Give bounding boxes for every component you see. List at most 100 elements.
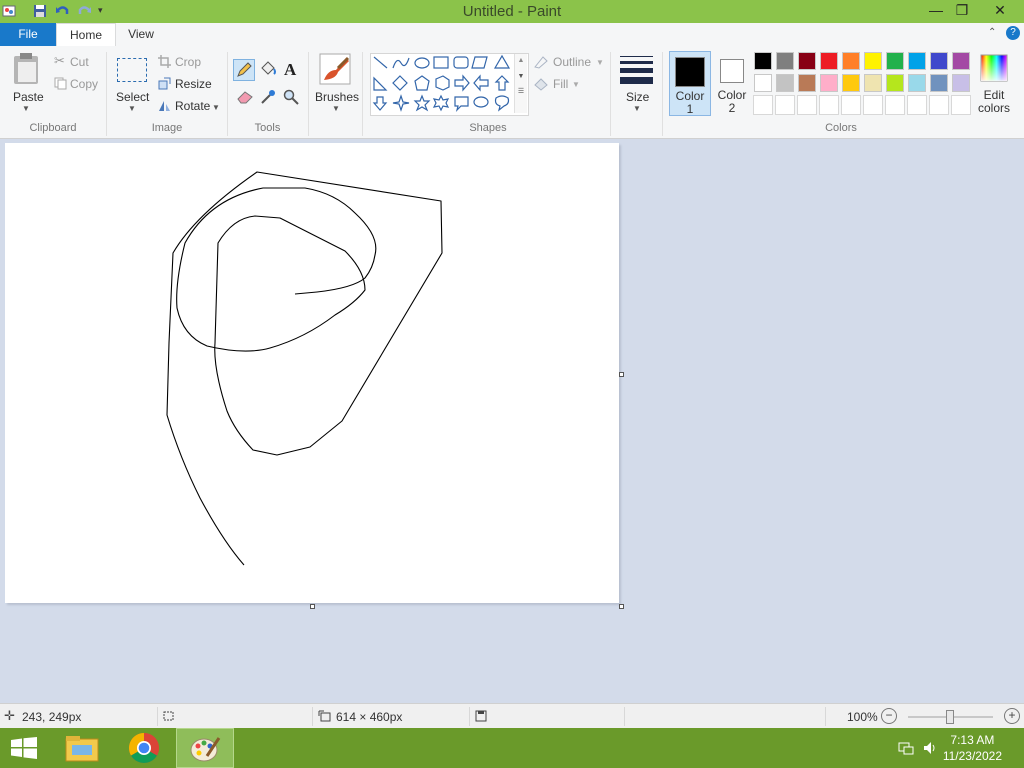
brushes-button[interactable]: Brushes xyxy=(315,90,359,104)
color2-number: 2 xyxy=(728,101,736,115)
start-button[interactable] xyxy=(0,728,48,768)
palette-swatch[interactable] xyxy=(864,74,882,92)
volume-icon[interactable] xyxy=(922,740,938,756)
palette-empty-slot[interactable] xyxy=(907,95,927,115)
taskbar-file-explorer[interactable] xyxy=(54,728,112,768)
palette-swatch[interactable] xyxy=(776,52,794,70)
palette-empty-slot[interactable] xyxy=(797,95,817,115)
resize-icon xyxy=(158,77,171,90)
group-divider xyxy=(308,52,309,136)
color-picker-icon[interactable] xyxy=(260,89,276,105)
resize-button[interactable]: Resize xyxy=(175,77,212,91)
palette-swatch[interactable] xyxy=(930,74,948,92)
palette-swatch[interactable] xyxy=(842,52,860,70)
palette-empty-slot[interactable] xyxy=(929,95,949,115)
help-icon[interactable]: ? xyxy=(1006,26,1020,40)
palette-swatch[interactable] xyxy=(820,74,838,92)
paste-icon[interactable] xyxy=(12,52,42,86)
palette-swatch[interactable] xyxy=(952,52,970,70)
chrome-icon xyxy=(128,733,160,764)
copy-button[interactable]: Copy xyxy=(70,77,98,91)
text-tool-icon[interactable]: A xyxy=(284,60,296,80)
palette-empty-slot[interactable] xyxy=(951,95,971,115)
status-divider xyxy=(624,707,625,726)
maximize-button[interactable]: ❐ xyxy=(947,0,977,20)
resize-handle-right[interactable] xyxy=(619,372,624,377)
palette-swatch[interactable] xyxy=(930,52,948,70)
fill-dropdown-icon[interactable]: ▼ xyxy=(572,80,580,89)
canvas-size: 614 × 460px xyxy=(336,710,403,724)
palette-swatch[interactable] xyxy=(820,52,838,70)
size-icon[interactable] xyxy=(620,56,653,84)
rotate-button[interactable]: Rotate xyxy=(175,99,210,113)
fill-button[interactable]: Fill xyxy=(553,77,568,91)
palette-swatch[interactable] xyxy=(952,74,970,92)
palette-swatch[interactable] xyxy=(798,52,816,70)
brushes-dropdown-icon[interactable]: ▼ xyxy=(332,104,340,113)
windows-logo-icon xyxy=(11,737,37,759)
cut-icon: ✂ xyxy=(54,53,65,68)
palette-swatch[interactable] xyxy=(886,74,904,92)
size-button[interactable]: Size xyxy=(626,90,649,104)
palette-swatch[interactable] xyxy=(886,52,904,70)
palette-empty-slot[interactable] xyxy=(885,95,905,115)
palette-swatch[interactable] xyxy=(908,74,926,92)
palette-empty-slot[interactable] xyxy=(819,95,839,115)
palette-swatch[interactable] xyxy=(754,74,772,92)
size-dropdown-icon[interactable]: ▼ xyxy=(633,104,641,113)
ribbon: Paste ▼ ✂ Cut Copy Clipboard Select ▼ Cr… xyxy=(0,46,1024,139)
paint-icon xyxy=(190,737,221,762)
resize-handle-corner[interactable] xyxy=(619,604,624,609)
resize-handle-bottom[interactable] xyxy=(310,604,315,609)
zoom-slider-thumb[interactable] xyxy=(946,710,954,724)
taskbar-paint[interactable] xyxy=(176,728,234,768)
tab-file[interactable]: File xyxy=(0,23,56,46)
outline-button[interactable]: Outline xyxy=(553,55,591,69)
close-button[interactable]: ✕ xyxy=(985,0,1015,20)
zoom-out-button[interactable]: − xyxy=(881,708,897,724)
file-size-icon xyxy=(475,710,487,722)
file-explorer-icon xyxy=(65,736,99,762)
zoom-in-button[interactable]: + xyxy=(1004,708,1020,724)
taskbar-clock[interactable]: 7:13 AM 11/23/2022 xyxy=(943,732,1002,764)
palette-swatch[interactable] xyxy=(754,52,772,70)
collapse-ribbon-icon[interactable]: ⌃ xyxy=(988,27,996,38)
paste-button[interactable]: Paste xyxy=(13,90,44,104)
crop-button[interactable]: Crop xyxy=(175,55,201,69)
color1-button[interactable]: Color 1 xyxy=(669,51,711,116)
cut-button[interactable]: Cut xyxy=(70,55,89,69)
tab-view[interactable]: View xyxy=(114,23,168,46)
select-button[interactable]: Select xyxy=(116,90,149,104)
eraser-icon[interactable] xyxy=(236,90,254,104)
fill-icon xyxy=(534,78,548,91)
select-icon[interactable] xyxy=(117,58,147,82)
palette-empty-slot[interactable] xyxy=(753,95,773,115)
magnifier-icon[interactable] xyxy=(283,89,299,105)
palette-empty-slot[interactable] xyxy=(863,95,883,115)
edit-colors-label-2: colors xyxy=(977,101,1010,115)
outline-dropdown-icon[interactable]: ▼ xyxy=(596,58,604,67)
palette-empty-slot[interactable] xyxy=(775,95,795,115)
colors-group-label: Colors xyxy=(825,122,857,134)
paste-dropdown-icon[interactable]: ▼ xyxy=(22,104,30,113)
drawing-canvas[interactable] xyxy=(5,143,619,603)
palette-swatch[interactable] xyxy=(798,74,816,92)
fill-bucket-icon[interactable] xyxy=(259,60,277,78)
edit-colors-button[interactable]: Edit colors xyxy=(978,51,1010,116)
shapes-gallery-scrollbar[interactable]: ▲ ▼ ☰ xyxy=(514,54,527,113)
rotate-dropdown-icon[interactable]: ▼ xyxy=(212,103,220,112)
palette-swatch[interactable] xyxy=(776,74,794,92)
palette-swatch[interactable] xyxy=(842,74,860,92)
color2-button[interactable]: Color 2 xyxy=(714,51,750,116)
palette-swatch[interactable] xyxy=(864,52,882,70)
palette-swatch[interactable] xyxy=(908,52,926,70)
pencil-tool-button[interactable] xyxy=(233,59,255,81)
taskbar-chrome[interactable] xyxy=(115,728,173,768)
brushes-icon[interactable] xyxy=(318,52,352,86)
clipboard-group-label: Clipboard xyxy=(29,122,77,134)
select-dropdown-icon[interactable]: ▼ xyxy=(128,104,136,113)
palette-empty-slot[interactable] xyxy=(841,95,861,115)
tab-home[interactable]: Home xyxy=(56,23,116,48)
status-divider xyxy=(469,707,470,726)
network-icon[interactable] xyxy=(898,740,914,756)
